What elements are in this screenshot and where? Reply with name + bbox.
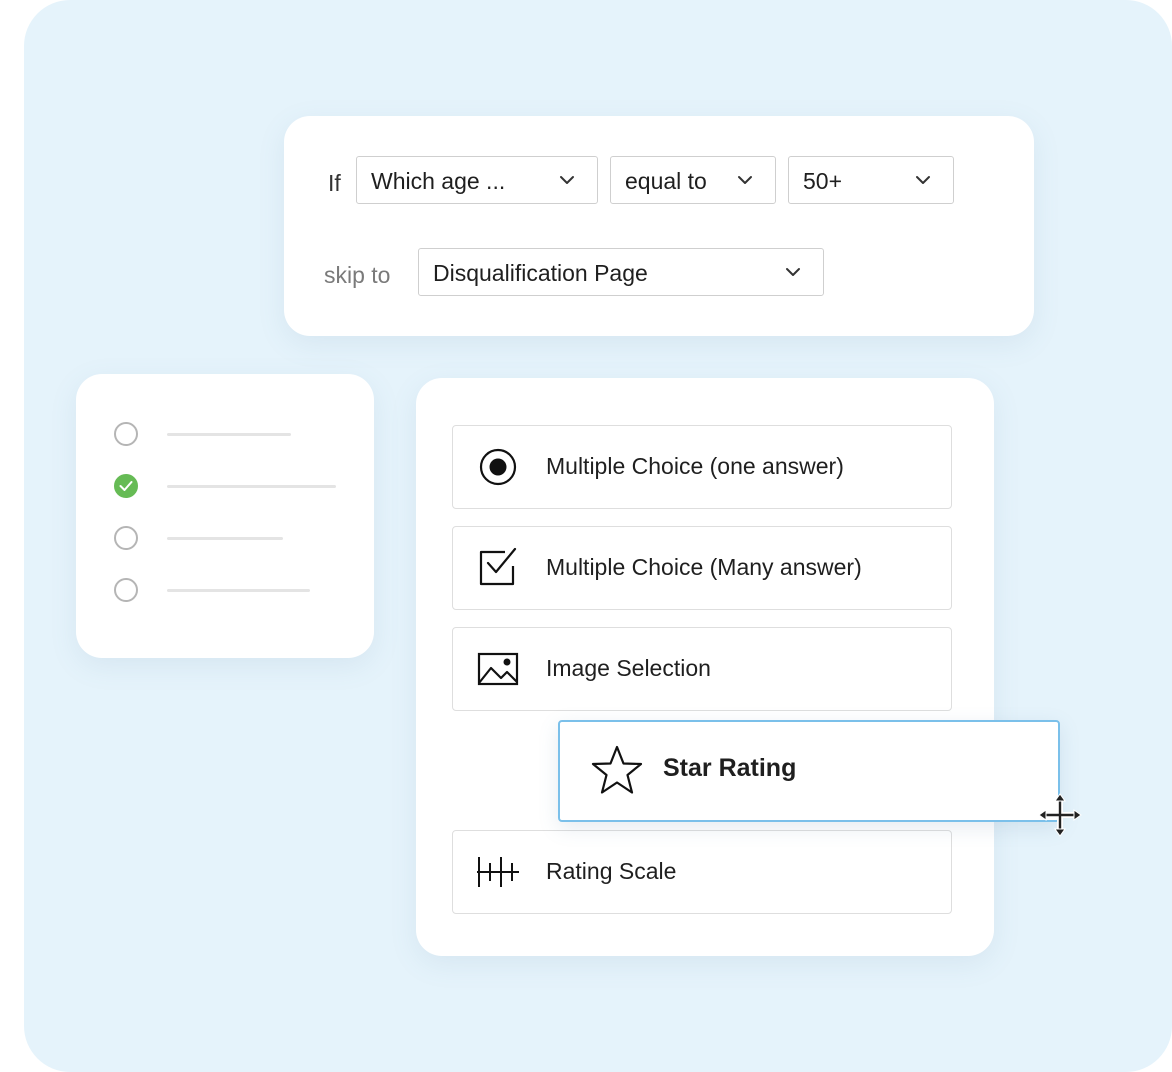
list-item [114, 578, 374, 608]
rating-scale-icon [477, 857, 519, 887]
list-item [114, 474, 374, 504]
check-circle-icon[interactable] [114, 474, 138, 498]
placeholder-line [167, 589, 310, 592]
question-type-multiple-choice-one[interactable]: Multiple Choice (one answer) [452, 425, 952, 509]
chevron-down-icon [560, 176, 574, 184]
image-icon [477, 652, 519, 686]
move-cursor-icon [1038, 793, 1082, 837]
placeholder-line [167, 433, 291, 436]
chevron-down-icon [738, 176, 752, 184]
skip-to-label: skip to [324, 262, 391, 288]
radio-icon[interactable] [114, 422, 138, 446]
checkmark-icon [119, 481, 133, 491]
radio-icon[interactable] [114, 526, 138, 550]
question-type-label: Image Selection [546, 655, 711, 681]
chevron-down-icon [786, 268, 800, 276]
operator-select-value: equal to [625, 168, 707, 194]
radio-button-icon [479, 448, 517, 486]
operator-select[interactable]: equal to [610, 156, 776, 204]
answer-select-value: 50+ [803, 168, 843, 194]
question-type-label: Multiple Choice (one answer) [546, 453, 844, 479]
list-item [114, 422, 374, 452]
checkbox-icon [479, 547, 517, 586]
question-select[interactable]: Which age ... [356, 156, 598, 204]
star-icon [591, 745, 643, 794]
checklist-card [76, 374, 374, 658]
question-type-star-rating-dragging[interactable]: Star Rating [558, 720, 1060, 822]
question-type-label: Multiple Choice (Many answer) [546, 554, 862, 580]
question-type-rating-scale[interactable]: Rating Scale [452, 830, 952, 914]
question-types-card: Multiple Choice (one answer) Multiple Ch… [416, 378, 994, 956]
question-type-image-selection[interactable]: Image Selection [452, 627, 952, 711]
if-label: If [328, 170, 341, 196]
question-type-label: Rating Scale [546, 858, 677, 884]
skip-target-value: Disqualification Page [433, 260, 648, 286]
skip-target-select[interactable]: Disqualification Page [418, 248, 824, 296]
question-type-multiple-choice-many[interactable]: Multiple Choice (Many answer) [452, 526, 952, 610]
question-select-value: Which age ... [371, 168, 506, 194]
list-item [114, 526, 374, 556]
placeholder-line [167, 485, 336, 488]
skip-logic-card: If Which age ... equal to 50+ skip to Di… [284, 116, 1034, 336]
star-rating-label: Star Rating [663, 754, 797, 782]
placeholder-line [167, 537, 283, 540]
answer-select[interactable]: 50+ [788, 156, 954, 204]
chevron-down-icon [916, 176, 930, 184]
radio-icon[interactable] [114, 578, 138, 602]
